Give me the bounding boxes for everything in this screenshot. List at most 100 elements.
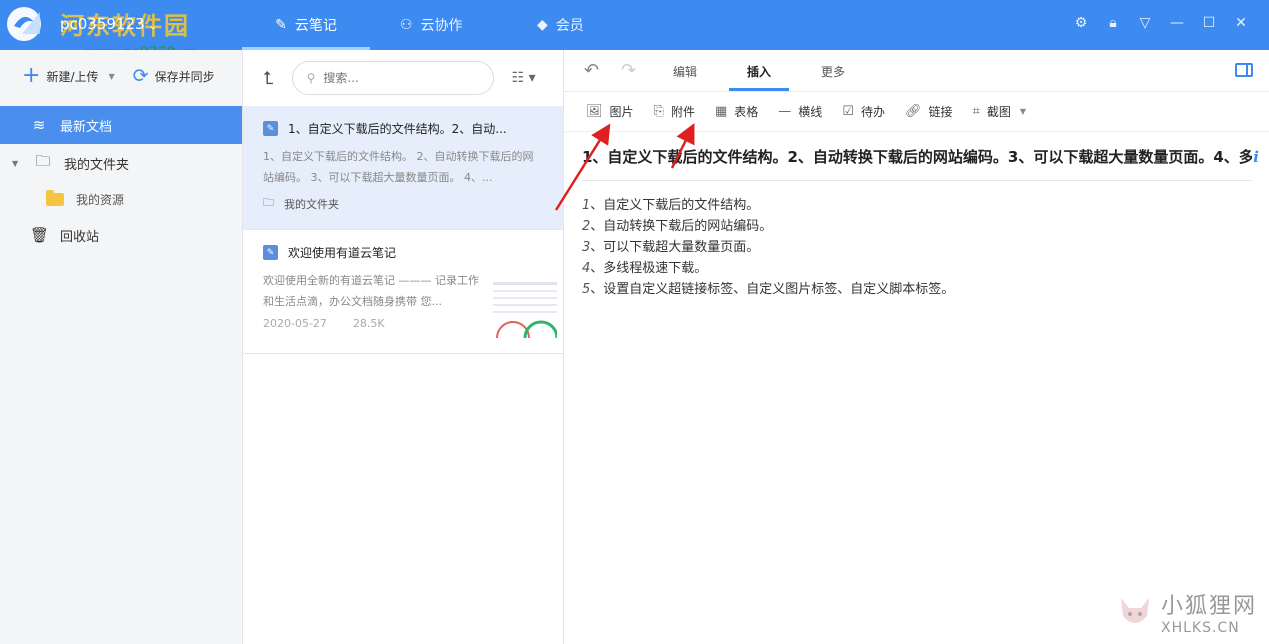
watermark-cn: 小狐狸网 (1160, 594, 1257, 619)
tab-vip[interactable]: ◆ 会员 (537, 0, 584, 50)
fox-logo-icon (1120, 598, 1149, 623)
insert-link-button[interactable]: 🔗︎ 链接 (905, 103, 953, 120)
tab-edit[interactable]: 编辑 (673, 63, 697, 80)
app-logo (7, 7, 41, 41)
maximize-icon[interactable]: ☐ (1201, 14, 1217, 32)
account-switcher[interactable]: pc0359123 ⌄ (60, 15, 157, 33)
redo-icon[interactable]: ↷ (621, 60, 636, 81)
link-icon: 🔗︎ (904, 104, 922, 119)
tab-more[interactable]: 更多 (821, 63, 845, 80)
tab-label: 云笔记 (294, 18, 337, 34)
folder-icon: 🗀 (35, 151, 51, 170)
insert-attachment-button[interactable]: ⎘ 附件 (654, 103, 695, 120)
chevron-down-icon: ⌄ (148, 21, 157, 32)
note-thumbnail (493, 282, 557, 338)
sidebar-item-recent[interactable]: ≋ 最新文档 (0, 106, 242, 144)
checkbox-icon: ☑ (842, 104, 854, 119)
editor-tabbar: ↶ ↷ 编辑 插入 更多 (564, 50, 1269, 92)
title-bar: 河东软件园 pc0359123⌄ www.pc0359.cn ✎ 云笔记 ⚇ 云… (0, 0, 1269, 60)
sidebar-actions: + 新建/上传 ▼ ⟳ 保存并同步 (0, 50, 242, 102)
tab-insert[interactable]: 插入 (747, 63, 771, 80)
note-folder-label: 我的文件夹 (284, 197, 339, 211)
note-item[interactable]: ✎ 欢迎使用有道云笔记 欢迎使用全新的有道云笔记 ——— 记录工作和生活点滴，办… (243, 230, 563, 354)
doc-line: 5、设置自定义超链接标签、自定义图片标签、自定义脚本标签。 (582, 282, 955, 297)
note-summary: 1、自定义下载后的文件结构。 2、自动转换下载后的网站编码。 3、可以下载超大量… (263, 150, 534, 184)
lock-icon[interactable]: 🔒︎ (1105, 14, 1121, 32)
window-controls: ⚙ 🔒︎ ▽ — ☐ ✕ (1073, 14, 1249, 32)
paperclip-icon: ⎘ (653, 104, 664, 119)
search-box[interactable]: ⚲ (291, 61, 494, 95)
undo-icon[interactable]: ↶ (584, 60, 599, 81)
sidebar-item-label: 回收站 (60, 229, 100, 245)
insert-screenshot-button[interactable]: ⌗ 截图 ▼ (972, 103, 1026, 120)
image-icon: 🖼︎ (586, 104, 603, 119)
insert-toolbar: 🖼︎ 图片 ⎘ 附件 ▦ 表格 — 横线 ☑ 待办 🔗︎ 链接 ⌗ 截图 ▼ (564, 92, 1269, 132)
sidebar-item-label: 我的资源 (76, 192, 125, 207)
doc-line: 4、多线程极速下载。 (582, 261, 708, 276)
insert-hr-label: 横线 (798, 105, 823, 119)
insert-table-button[interactable]: ▦ 表格 (715, 103, 758, 120)
tab-cloud-collab[interactable]: ⚇ 云协作 (400, 0, 463, 50)
sidebar-item-my-resources[interactable]: 我的资源 (0, 182, 242, 216)
save-sync-button[interactable]: ⟳ 保存并同步 (132, 64, 215, 87)
table-icon: ▦ (714, 104, 728, 119)
note-list: ⮤ ⚲ ☷ ▾ ✎ 1、自定义下载后的文件结构。2、自动... 1、自定义下载后… (243, 50, 564, 644)
tab-label: 云协作 (420, 18, 463, 34)
note-icon: ✎ (263, 121, 278, 136)
expand-triangle-icon[interactable]: ▼ (12, 159, 22, 168)
search-input[interactable] (323, 71, 474, 85)
sidebar-item-my-folders[interactable]: ▼ 🗀 我的文件夹 (0, 144, 242, 182)
account-name: pc0359123 (60, 15, 145, 33)
insert-image-button[interactable]: 🖼︎ 图片 (586, 103, 634, 120)
pen-icon: ✎ (275, 17, 287, 33)
gear-icon[interactable]: ⚙ (1073, 14, 1089, 32)
layers-icon: ≋ (32, 116, 46, 134)
note-title: 1、自定义下载后的文件结构。2、自动... (288, 122, 507, 136)
note-title: 欢迎使用有道云笔记 (288, 246, 397, 260)
chevron-down-icon: ▼ (108, 71, 115, 81)
insert-hr-button[interactable]: — 横线 (778, 103, 822, 120)
doc-line: 1、自定义下载后的文件结构。 (582, 198, 760, 213)
sidebar-item-label: 我的文件夹 (64, 157, 130, 173)
doc-line: 3、可以下载超大量数量页面。 (582, 240, 760, 255)
note-item[interactable]: ✎ 1、自定义下载后的文件结构。2、自动... 1、自定义下载后的文件结构。 2… (243, 106, 563, 230)
save-sync-label: 保存并同步 (154, 69, 215, 84)
minimize-icon[interactable]: — (1169, 14, 1185, 32)
sync-icon: ⟳ (132, 64, 149, 87)
side-panel-toggle-icon[interactable] (1235, 63, 1253, 77)
document-body[interactable]: 1、自定义下载后的文件结构。 2、自动转换下载后的网站编码。 3、可以下载超大量… (582, 195, 954, 300)
info-icon[interactable]: i (1253, 148, 1259, 166)
hr-icon: — (778, 104, 792, 119)
note-size: 28.5K (352, 317, 385, 330)
trash-icon: 🗑︎ (30, 226, 50, 244)
list-toolbar: ⮤ ⚲ ☷ ▾ (243, 50, 563, 106)
diamond-icon: ◆ (537, 17, 548, 33)
insert-todo-button[interactable]: ☑ 待办 (842, 103, 885, 120)
insert-image-label: 图片 (609, 105, 634, 119)
chevron-down-icon: ▼ (1019, 107, 1026, 116)
watermark-en: XHLKS.CN (1160, 620, 1240, 636)
new-upload-label: 新建/上传 (46, 69, 99, 84)
document-title[interactable]: 1、自定义下载后的文件结构。2、自动转换下载后的网站编码。3、可以下载超大量数量… (582, 146, 1252, 170)
view-mode-icon[interactable]: ☷ ▾ (512, 70, 536, 86)
note-icon: ✎ (263, 245, 278, 260)
folder-icon: 🗀 (263, 196, 274, 209)
new-upload-button[interactable]: + 新建/上传 ▼ (22, 65, 115, 87)
close-icon[interactable]: ✕ (1233, 14, 1249, 32)
sidebar-item-label: 最新文档 (60, 119, 113, 135)
up-level-icon[interactable]: ⮤ (263, 68, 274, 89)
sidebar: + 新建/上传 ▼ ⟳ 保存并同步 ≋ 最新文档 ▼ 🗀 我的文件夹 我的资源 … (0, 50, 243, 644)
watermark-bottom: 小狐狸网 XHLKS.CN (1115, 588, 1257, 636)
tab-cloud-notes[interactable]: ✎ 云笔记 (242, 0, 370, 50)
search-icon: ⚲ (306, 71, 316, 85)
doc-line: 2、自动转换下载后的网站编码。 (582, 219, 773, 234)
note-summary: 欢迎使用全新的有道云笔记 ——— 记录工作和生活点滴，办公文档随身携带 您... (263, 274, 479, 308)
editor: ↶ ↷ 编辑 插入 更多 🖼︎ 图片 ⎘ 附件 ▦ 表格 — 横线 ☑ 待办 🔗… (564, 50, 1269, 644)
insert-screenshot-label: 截图 (986, 105, 1011, 119)
tab-label: 会员 (555, 18, 584, 34)
note-date: 2020-05-27 (263, 317, 327, 330)
menu-icon[interactable]: ▽ (1137, 14, 1153, 32)
folder-icon (46, 189, 64, 206)
people-icon: ⚇ (400, 17, 413, 33)
sidebar-item-trash[interactable]: 🗑︎ 回收站 (0, 216, 242, 254)
